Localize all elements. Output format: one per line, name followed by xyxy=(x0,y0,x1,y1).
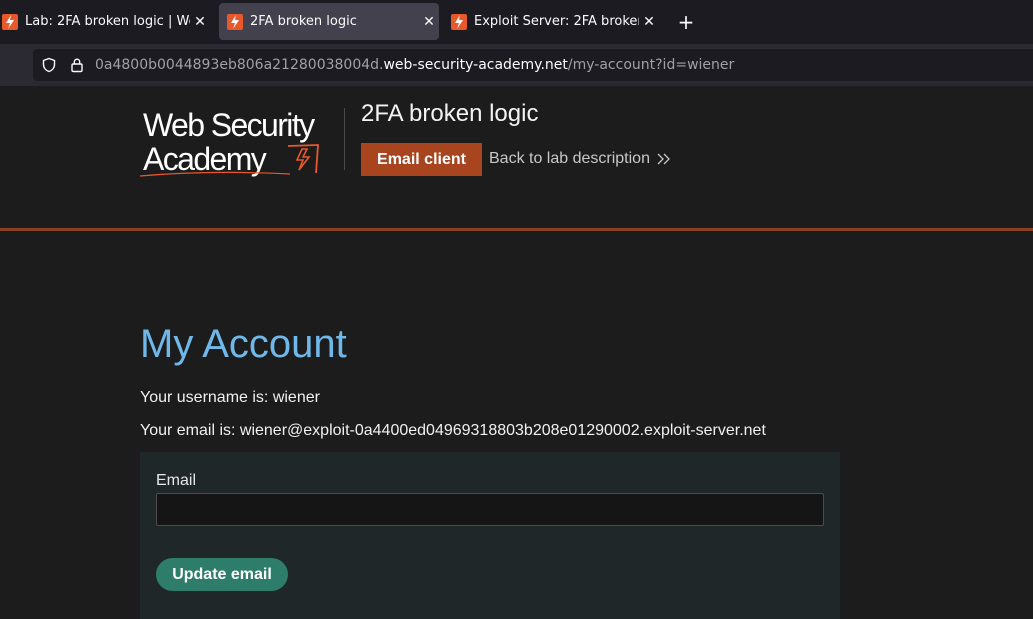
email-info: Your email is: wiener@exploit-0a4400ed04… xyxy=(140,422,766,439)
url-prefix: 0a4800b0044893eb806a21280038004d. xyxy=(95,57,384,73)
email-field-label: Email xyxy=(156,472,197,489)
portswigger-favicon-icon xyxy=(227,13,243,30)
page-title: My Account xyxy=(140,322,347,366)
url-path: /my-account?id=wiener xyxy=(567,57,735,73)
double-chevron-right-icon xyxy=(657,153,670,165)
tab-close-icon[interactable]: ✕ xyxy=(639,14,659,30)
lab-title: 2FA broken logic xyxy=(361,100,539,127)
new-tab-button[interactable]: + xyxy=(676,10,696,34)
back-to-lab-description-link[interactable]: Back to lab description xyxy=(489,150,671,168)
tab-title: Exploit Server: 2FA broken logic xyxy=(474,14,639,29)
portswigger-favicon-icon xyxy=(2,13,18,30)
back-link-label: Back to lab description xyxy=(489,150,650,167)
browser-navbar: 0a4800b0044893eb806a21280038004d.web-sec… xyxy=(0,44,1033,86)
logo-line-1: Web Security xyxy=(143,107,315,143)
url-text[interactable]: 0a4800b0044893eb806a21280038004d.web-sec… xyxy=(95,57,734,73)
email-client-button[interactable]: Email client xyxy=(361,143,482,176)
update-email-button[interactable]: Update email xyxy=(156,558,288,591)
change-email-form: Email Update email xyxy=(140,452,840,619)
logo-line-2: Academy xyxy=(143,141,267,177)
email-field[interactable] xyxy=(156,493,824,526)
tab-close-icon[interactable]: ✕ xyxy=(190,14,210,30)
username-info: Your username is: wiener xyxy=(140,389,320,406)
web-security-academy-logo[interactable]: Web Security Academy xyxy=(140,106,342,178)
header-divider xyxy=(0,228,1033,231)
url-domain: web-security-academy.net xyxy=(383,57,568,73)
lock-icon[interactable] xyxy=(69,57,85,73)
portswigger-favicon-icon xyxy=(451,13,467,30)
shield-icon[interactable] xyxy=(41,57,57,73)
tab-2fa-broken-logic[interactable]: 2FA broken logic ✕ xyxy=(219,3,439,40)
logo-divider xyxy=(344,108,345,170)
tab-close-icon[interactable]: ✕ xyxy=(419,14,439,30)
url-bar[interactable]: 0a4800b0044893eb806a21280038004d.web-sec… xyxy=(33,49,1033,81)
tab-lab-description[interactable]: Lab: 2FA broken logic | Web Security Aca… xyxy=(0,3,210,40)
browser-tab-strip: Lab: 2FA broken logic | Web Security Aca… xyxy=(0,0,1033,44)
tab-title: 2FA broken logic xyxy=(250,14,357,29)
logo-lightning-icon xyxy=(295,148,311,171)
tab-exploit-server[interactable]: Exploit Server: 2FA broken logic ✕ xyxy=(443,3,659,40)
page-content: Web Security Academy 2FA broken logic Em… xyxy=(0,86,1033,619)
tab-title: Lab: 2FA broken logic | Web Security Aca… xyxy=(25,14,190,29)
